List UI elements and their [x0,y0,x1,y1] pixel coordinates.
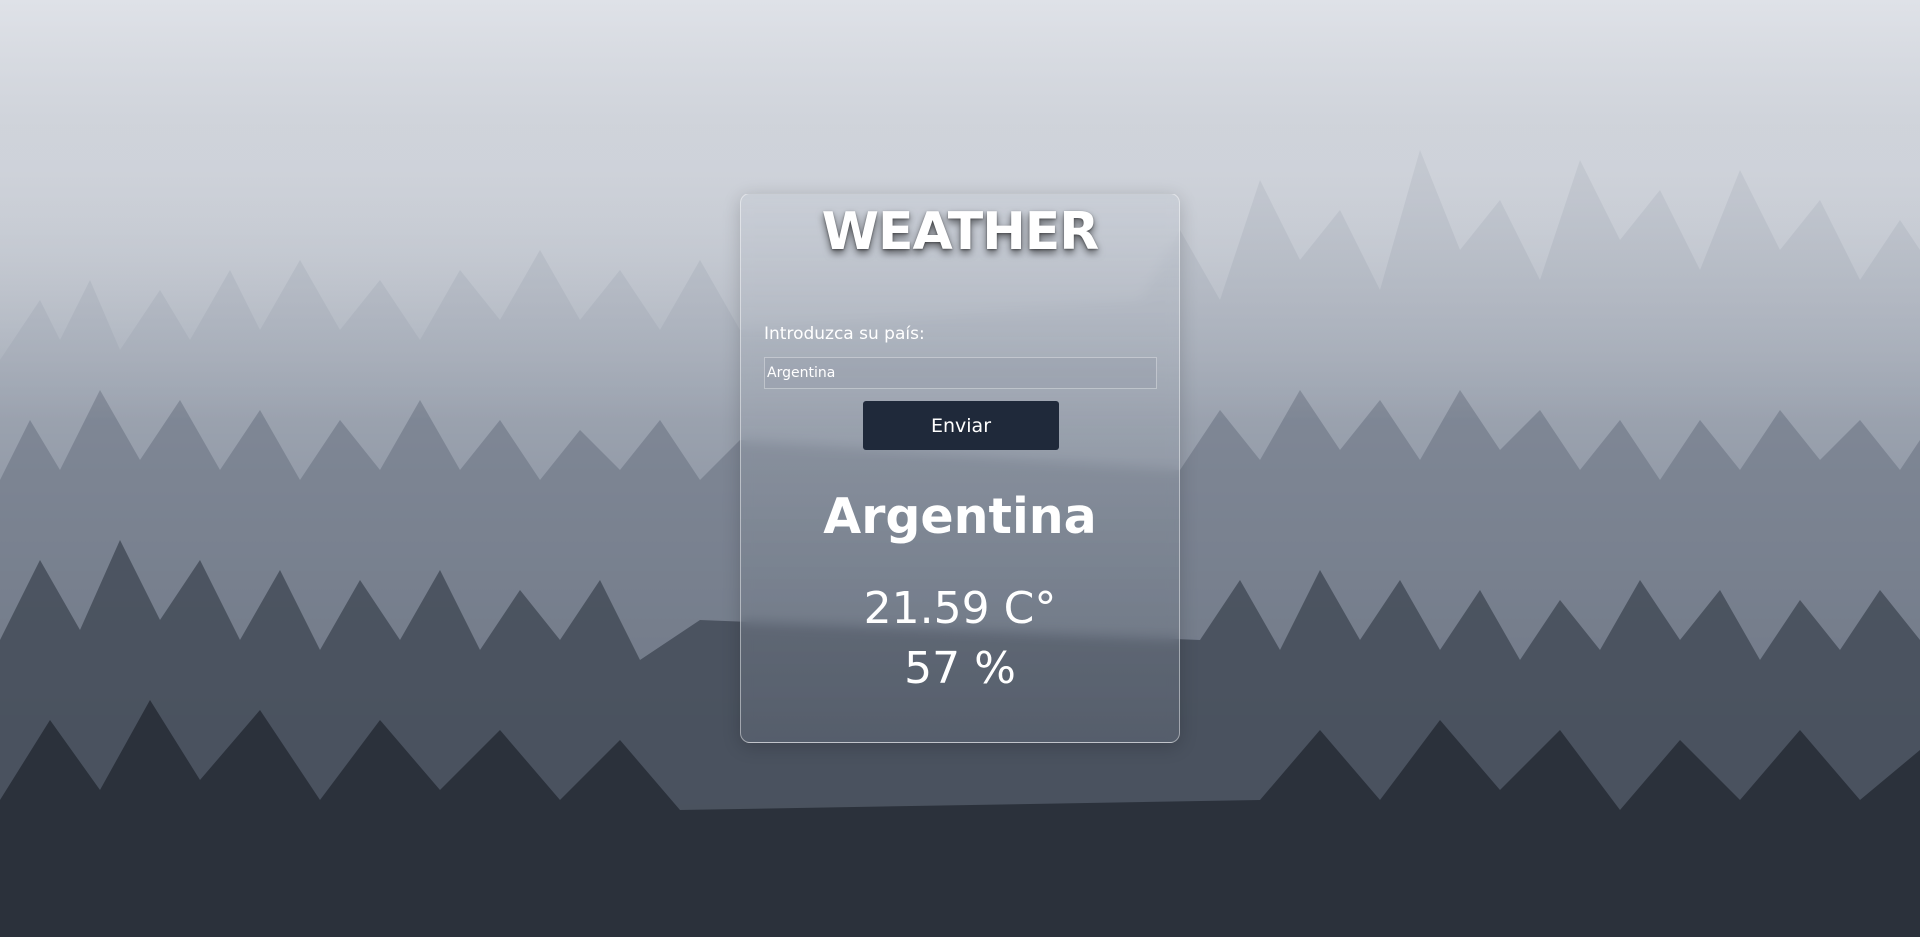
weather-card: WEATHER Introduzca su país: Enviar Argen… [740,193,1180,743]
result-temperature: 21.59 C° [863,583,1057,634]
app-title: WEATHER [821,202,1100,262]
result-humidity: 57 % [904,643,1016,694]
country-input[interactable] [764,357,1157,389]
result-country: Argentina [823,488,1097,545]
submit-button[interactable]: Enviar [863,401,1059,450]
country-label: Introduzca su país: [764,324,925,344]
